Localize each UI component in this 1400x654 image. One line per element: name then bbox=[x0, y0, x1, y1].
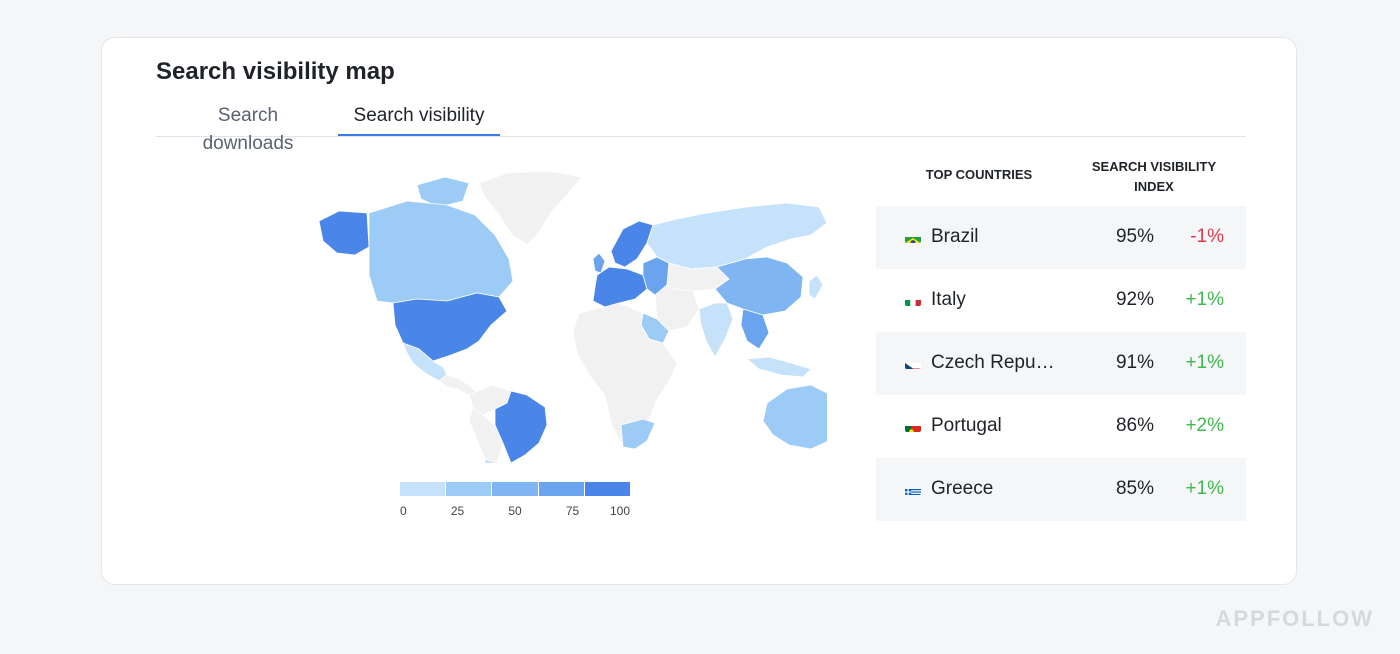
legend-swatch bbox=[446, 482, 493, 496]
greece-flag-icon bbox=[905, 484, 921, 495]
country-name: Greece bbox=[931, 478, 994, 499]
legend-color-scale bbox=[400, 482, 631, 496]
header-index-line1: SEARCH VISIBILITY bbox=[1091, 159, 1217, 174]
legend-ticks: 0 25 50 75 100 bbox=[400, 504, 632, 520]
legend-tick: 0 bbox=[400, 504, 407, 518]
country-name: Czech Republic bbox=[931, 352, 1056, 373]
legend-tick: 75 bbox=[565, 504, 580, 518]
table-row[interactable]: Portugal 86% +2% bbox=[876, 395, 1246, 458]
map-legend: 0 25 50 75 100 bbox=[400, 482, 632, 520]
legend-tick: 100 bbox=[609, 504, 630, 518]
visibility-change: -1% bbox=[1190, 226, 1224, 247]
card-title: Search visibility map bbox=[156, 58, 395, 85]
country-name: Italy bbox=[931, 289, 966, 310]
region-uk[interactable] bbox=[592, 252, 606, 274]
region-canada[interactable] bbox=[368, 200, 514, 304]
visibility-change: +1% bbox=[1185, 352, 1224, 373]
country-name: Portugal bbox=[931, 415, 1002, 436]
region-scandinavia[interactable] bbox=[610, 220, 654, 268]
region-south-africa[interactable] bbox=[620, 418, 656, 450]
visibility-value: 85% bbox=[1115, 478, 1154, 499]
appfollow-logo: APPFOLLOW bbox=[1215, 606, 1374, 631]
region-india[interactable] bbox=[698, 302, 734, 358]
region-western-europe[interactable] bbox=[592, 266, 648, 308]
czech-flag-icon bbox=[905, 358, 921, 369]
country-name: Brazil bbox=[931, 226, 979, 247]
legend-swatch bbox=[584, 482, 631, 496]
region-alaska[interactable] bbox=[318, 210, 370, 256]
visibility-value: 92% bbox=[1115, 289, 1154, 310]
top-countries-table: TOP COUNTRIES SEARCH VISIBILITY INDEX Br… bbox=[876, 150, 1246, 521]
header-index-line2: INDEX bbox=[1134, 179, 1174, 194]
table-row[interactable]: Greece 85% +1% bbox=[876, 458, 1246, 521]
region-russia[interactable] bbox=[646, 202, 827, 270]
legend-swatch bbox=[538, 482, 585, 496]
portugal-flag-icon bbox=[905, 421, 921, 432]
table-header: TOP COUNTRIES SEARCH VISIBILITY INDEX bbox=[876, 150, 1246, 206]
legend-tick: 50 bbox=[508, 504, 522, 518]
visibility-change: +2% bbox=[1185, 415, 1224, 436]
region-indonesia[interactable] bbox=[746, 356, 812, 378]
legend-swatch bbox=[492, 482, 539, 496]
search-visibility-card: Search visibility map Search downloads S… bbox=[101, 37, 1297, 585]
header-top-countries[interactable]: TOP COUNTRIES bbox=[904, 167, 1054, 182]
world-map bbox=[207, 163, 827, 463]
legend-tick: 25 bbox=[450, 504, 465, 518]
table-row[interactable]: Czech Republic 91% +1% bbox=[876, 332, 1246, 395]
visibility-change: +1% bbox=[1185, 289, 1224, 310]
tab-bar: Search downloads Search visibility bbox=[156, 102, 1246, 154]
header-search-visibility-index[interactable]: SEARCH VISIBILITY INDEX bbox=[1076, 157, 1232, 197]
legend-swatch bbox=[400, 482, 447, 496]
visibility-value: 86% bbox=[1115, 415, 1154, 436]
region-japan[interactable] bbox=[808, 274, 824, 300]
table-row[interactable]: Brazil 95% -1% bbox=[876, 206, 1246, 269]
table-row[interactable]: Italy 92% +1% bbox=[876, 269, 1246, 332]
region-australia[interactable] bbox=[762, 384, 827, 450]
region-central-america[interactable] bbox=[438, 374, 478, 396]
tab-search-downloads[interactable]: Search downloads bbox=[174, 102, 322, 154]
visibility-change: +1% bbox=[1185, 478, 1224, 499]
tab-search-visibility[interactable]: Search visibility bbox=[338, 102, 500, 136]
brazil-flag-icon bbox=[905, 232, 921, 243]
visibility-value: 91% bbox=[1115, 352, 1154, 373]
visibility-value: 95% bbox=[1115, 226, 1154, 247]
italy-flag-icon bbox=[905, 295, 921, 306]
